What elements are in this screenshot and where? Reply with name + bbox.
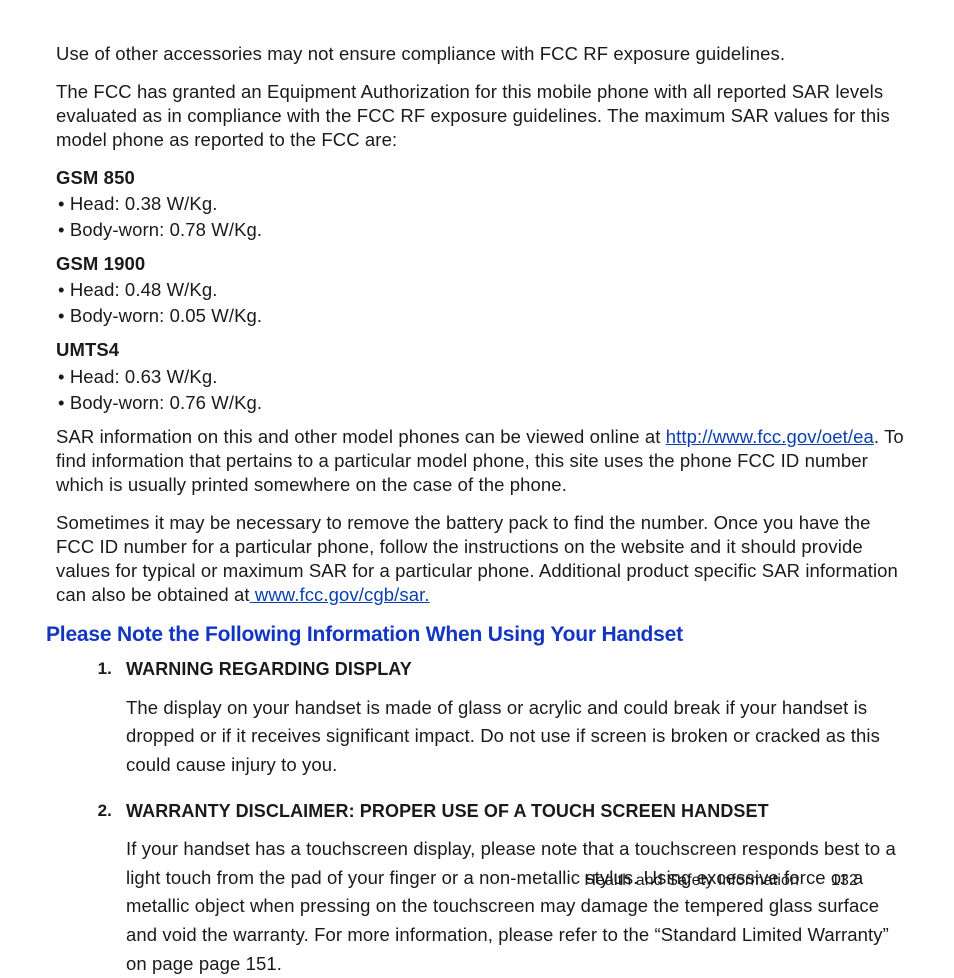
sar-section-umts4: UMTS4 Head: 0.63 W/Kg. Body-worn: 0.76 W… bbox=[56, 338, 906, 414]
bullet-item: Head: 0.48 W/Kg. bbox=[56, 278, 906, 302]
link-fcc-oet-ea[interactable]: http://www.fcc.gov/oet/ea bbox=[666, 426, 874, 447]
item-heading: WARRANTY DISCLAIMER: PROPER USE OF A TOU… bbox=[126, 800, 906, 823]
paragraph: SAR information on this and other model … bbox=[56, 425, 906, 497]
footer-section-title: Health and Safety Information bbox=[584, 871, 799, 892]
bullet-item: Body-worn: 0.05 W/Kg. bbox=[56, 304, 906, 328]
paragraph: Sometimes it may be necessary to remove … bbox=[56, 511, 906, 607]
text-run: SAR information on this and other model … bbox=[56, 426, 666, 447]
bullet-item: Head: 0.63 W/Kg. bbox=[56, 365, 906, 389]
subheading: Please Note the Following Information Wh… bbox=[46, 621, 906, 648]
footer-page-number: 132 bbox=[831, 871, 858, 892]
item-number: 2. bbox=[84, 800, 126, 978]
page-footer: Health and Safety Information 132 bbox=[584, 871, 858, 892]
item-text: The display on your handset is made of g… bbox=[126, 694, 906, 780]
link-fcc-cgb-sar[interactable]: www.fcc.gov/cgb/sar. bbox=[250, 584, 430, 605]
paragraph: The FCC has granted an Equipment Authori… bbox=[56, 80, 906, 152]
paragraph: Use of other accessories may not ensure … bbox=[56, 42, 906, 66]
text-run: Sometimes it may be necessary to remove … bbox=[56, 512, 898, 605]
item-heading: WARNING REGARDING DISPLAY bbox=[126, 658, 906, 681]
section-heading: GSM 850 bbox=[56, 166, 906, 190]
section-heading: UMTS4 bbox=[56, 338, 906, 362]
bullet-item: Body-worn: 0.78 W/Kg. bbox=[56, 218, 906, 242]
item-number: 1. bbox=[84, 658, 126, 779]
sar-section-gsm1900: GSM 1900 Head: 0.48 W/Kg. Body-worn: 0.0… bbox=[56, 252, 906, 328]
section-heading: GSM 1900 bbox=[56, 252, 906, 276]
numbered-item-1: 1. WARNING REGARDING DISPLAY The display… bbox=[56, 658, 906, 779]
bullet-item: Head: 0.38 W/Kg. bbox=[56, 192, 906, 216]
bullet-item: Body-worn: 0.76 W/Kg. bbox=[56, 391, 906, 415]
item-text: If your handset has a touchscreen displa… bbox=[126, 835, 906, 978]
sar-section-gsm850: GSM 850 Head: 0.38 W/Kg. Body-worn: 0.78… bbox=[56, 166, 906, 242]
